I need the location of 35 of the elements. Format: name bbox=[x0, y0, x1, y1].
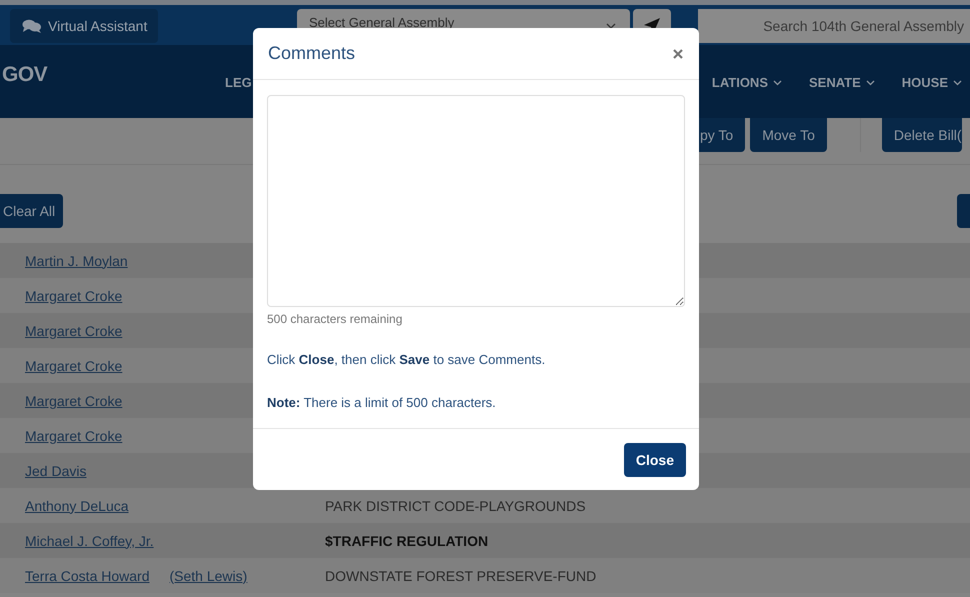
caret-icon bbox=[773, 80, 782, 86]
chat-icon bbox=[22, 19, 42, 33]
close-button[interactable]: Close bbox=[624, 442, 686, 476]
cosponsor-link[interactable]: (Seth Lewis) bbox=[170, 568, 248, 584]
bill-title: $TRAFFIC REGULATION bbox=[325, 532, 488, 548]
instruction-text: Click Close, then click Save to save Comments. bbox=[267, 352, 546, 367]
nav-menu-item[interactable]: LEG bbox=[225, 63, 252, 90]
sponsor-link[interactable]: Michael J. Coffey, Jr. bbox=[25, 532, 154, 548]
sponsor-link[interactable]: Margaret Croke bbox=[25, 322, 122, 338]
toolbar-button[interactable]: Delete Bill( bbox=[882, 118, 962, 152]
nav-menu-item[interactable]: HOUSE bbox=[902, 63, 962, 90]
chevron-icon bbox=[606, 23, 616, 29]
sponsor-link[interactable]: Anthony DeLuca bbox=[25, 498, 129, 514]
sponsor-link[interactable]: Jed Davis bbox=[25, 462, 86, 478]
character-counter: 500 characters remaining bbox=[267, 312, 404, 326]
bill-title: PARK DISTRICT CODE-PLAYGROUNDS bbox=[325, 498, 586, 514]
sponsor-link[interactable]: Martin J. Moylan bbox=[25, 252, 128, 268]
sponsor-link[interactable]: Margaret Croke bbox=[25, 428, 122, 444]
nav-menu-item[interactable]: LATIONS bbox=[712, 63, 782, 90]
sponsor-link[interactable]: Margaret Croke bbox=[25, 288, 122, 304]
sponsor-link[interactable]: Terra Costa Howard bbox=[25, 568, 150, 584]
caret-icon bbox=[866, 80, 875, 86]
note-text: Note: There is a limit of 500 characters. bbox=[267, 395, 497, 410]
clear-all-button[interactable]: Clear All bbox=[0, 194, 64, 228]
sponsor-link[interactable]: Margaret Croke bbox=[25, 392, 122, 408]
virtual-assistant-button[interactable]: Virtual Assistant bbox=[10, 9, 158, 43]
close-icon[interactable] bbox=[673, 48, 683, 58]
toolbar-button[interactable]: Move To bbox=[750, 118, 827, 152]
bill-title: DOWNSTATE FOREST PRESERVE-FUND bbox=[325, 568, 596, 584]
nav-menu-item[interactable]: SENATE bbox=[809, 63, 875, 90]
search-field[interactable]: Search 104th General Assembly bbox=[698, 9, 970, 43]
sponsor-link[interactable]: Margaret Croke bbox=[25, 358, 122, 374]
caret-icon bbox=[953, 80, 962, 86]
site-logo: GOV bbox=[1, 62, 48, 86]
dialog-title: Comments bbox=[268, 43, 356, 64]
